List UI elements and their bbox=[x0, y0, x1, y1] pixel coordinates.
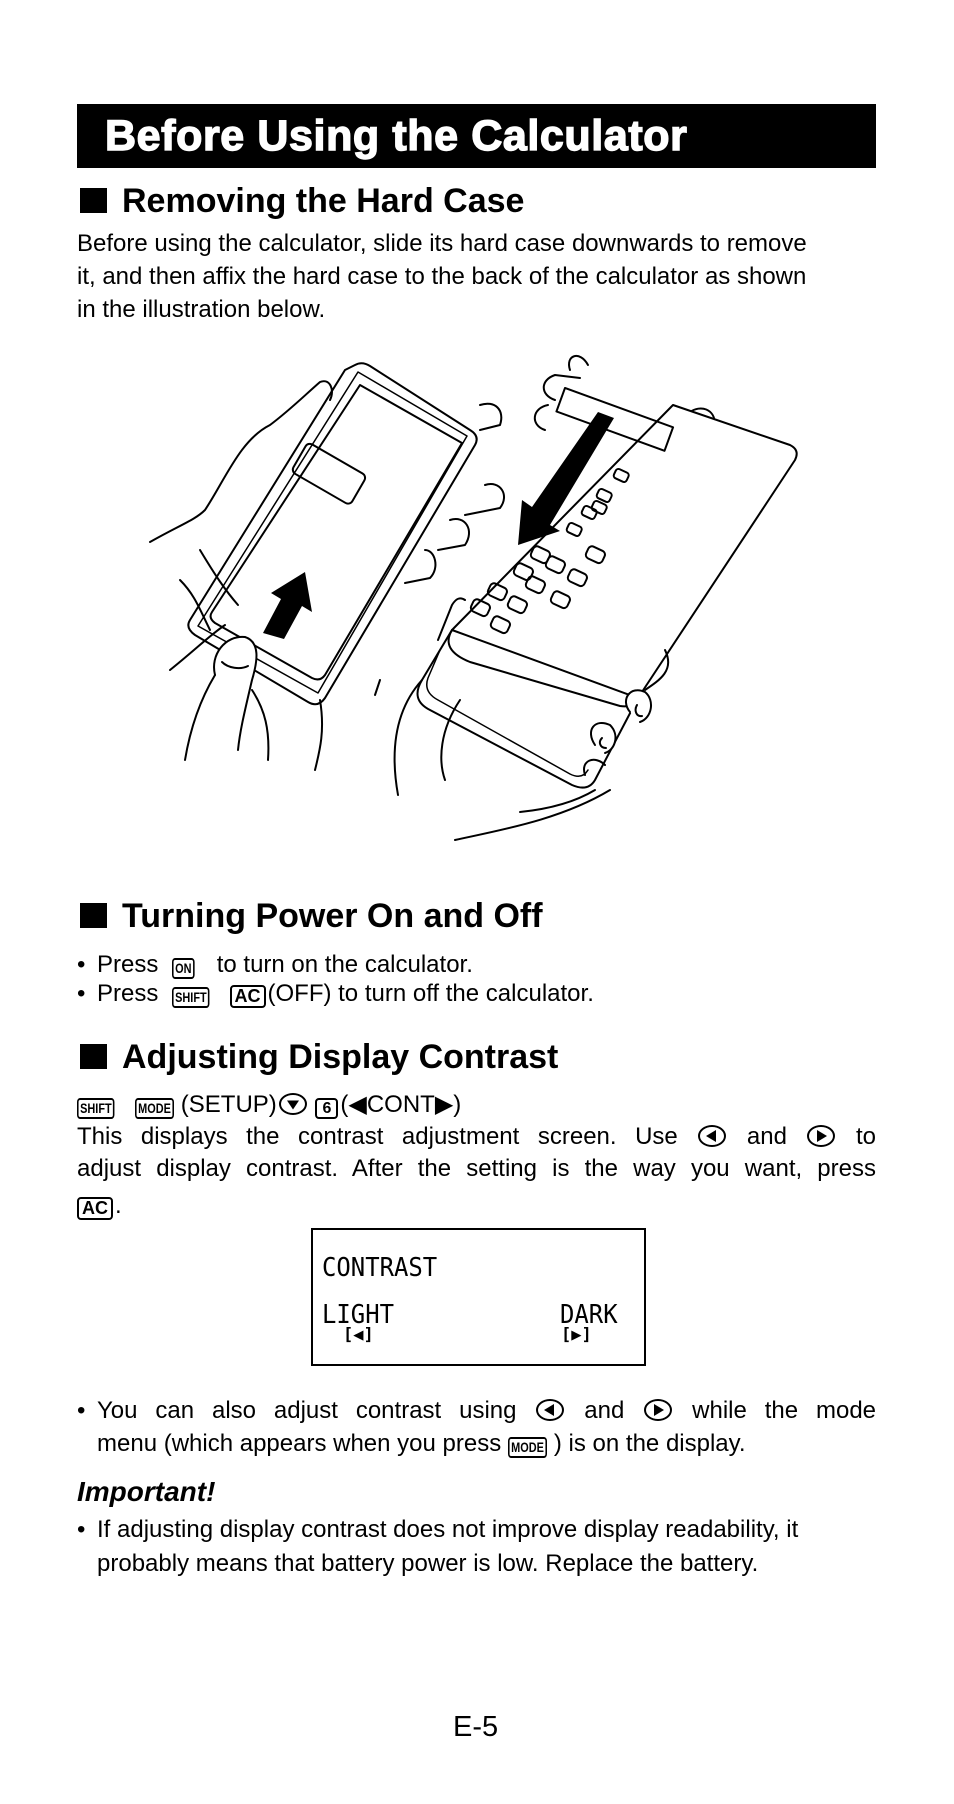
contrast-lcd-screen: CONTRAST LIGHT [◀] DARK [▶] bbox=[311, 1228, 646, 1366]
section-square-icon bbox=[80, 1044, 107, 1069]
list-item-continuation: menu (which appears when you press MODE)… bbox=[97, 1429, 746, 1459]
cursor-right-icon bbox=[644, 1399, 673, 1421]
cursor-left-icon bbox=[698, 1125, 727, 1147]
list-item: • If adjusting display contrast does not … bbox=[77, 1515, 798, 1545]
paragraph-line: AC. bbox=[77, 1191, 122, 1221]
text-span: If adjusting display contrast does not i… bbox=[97, 1516, 799, 1543]
text-span: and bbox=[584, 1397, 625, 1424]
calculator-body bbox=[451, 404, 798, 699]
slide-up-arrow bbox=[263, 572, 312, 639]
text-span: and bbox=[746, 1123, 787, 1150]
list-item: • Press ON to turn on the calculator. bbox=[77, 950, 473, 980]
bullet: • bbox=[77, 1516, 86, 1543]
cont-label: (◀CONT▶) bbox=[340, 1091, 462, 1118]
heading-power-on-off: Turning Power On and Off bbox=[80, 896, 543, 936]
text-span: while the mode bbox=[692, 1397, 877, 1424]
heading-text: Adjusting Display Contrast bbox=[122, 1038, 559, 1076]
page-title: Before Using the Calculator bbox=[104, 111, 688, 160]
text-span: . bbox=[115, 1192, 122, 1219]
ac-key-icon: AC bbox=[77, 1197, 113, 1220]
text-span: This displays the contrast adjustment sc… bbox=[77, 1123, 678, 1150]
lcd-contrast-label: CONTRAST bbox=[322, 1253, 438, 1283]
paragraph-line: This displays the contrast adjustment sc… bbox=[77, 1122, 876, 1152]
bullet: • bbox=[77, 951, 86, 978]
bullet: • bbox=[77, 1397, 86, 1424]
heading-display-contrast: Adjusting Display Contrast bbox=[80, 1037, 558, 1077]
text-span: menu (which appears when you press bbox=[97, 1430, 502, 1457]
hard-case-illustration bbox=[149, 355, 798, 841]
text-span: You can also adjust contrast using bbox=[97, 1397, 517, 1424]
shift-key-icon: SHIFT bbox=[77, 1098, 115, 1119]
bullet-prefix: Press bbox=[97, 951, 159, 978]
list-item: • Press SHIFT AC (OFF) to turn off the cal… bbox=[77, 979, 594, 1009]
mode-key-icon: MODE bbox=[507, 1437, 547, 1458]
left-calculator-figure bbox=[149, 362, 505, 771]
section-square-icon bbox=[80, 903, 107, 928]
heading-text: Turning Power On and Off bbox=[122, 897, 543, 935]
key-sequence: SHIFT MODE (SETUP) 6 (◀CONT▶) bbox=[77, 1090, 461, 1120]
bullet-suffix: (OFF) to turn off the calculator. bbox=[267, 980, 594, 1007]
lcd-left-control: [◀] bbox=[343, 1325, 374, 1345]
bullet-suffix: to turn on the calculator. bbox=[216, 951, 473, 978]
heading-text: Removing the Hard Case bbox=[122, 182, 525, 220]
cursor-down-icon bbox=[278, 1093, 307, 1115]
mode-key-icon: MODE bbox=[134, 1098, 174, 1119]
list-item: • You can also adjust contrast using and … bbox=[77, 1396, 876, 1426]
cursor-left-icon bbox=[536, 1399, 565, 1421]
on-key-icon: ON bbox=[171, 958, 195, 979]
text-span: to bbox=[856, 1123, 877, 1150]
ac-key-icon: AC bbox=[229, 985, 266, 1008]
page-number: E-5 bbox=[453, 1711, 499, 1743]
paragraph-line: in the illustration below. bbox=[77, 296, 326, 323]
cursor-right-icon bbox=[807, 1125, 836, 1147]
lcd-right-control: [▶] bbox=[561, 1325, 592, 1345]
text-span: ) is on the display. bbox=[553, 1430, 746, 1457]
setup-label: (SETUP) bbox=[180, 1091, 277, 1118]
shift-key-icon: SHIFT bbox=[171, 987, 210, 1008]
important-heading: Important! bbox=[77, 1476, 216, 1507]
heading-removing-hard-case: Removing the Hard Case bbox=[80, 181, 524, 221]
paragraph-line: Before using the calculator, slide its h… bbox=[77, 230, 807, 257]
list-item-continuation: probably means that battery power is low… bbox=[97, 1550, 759, 1577]
bullet-prefix: Press bbox=[97, 980, 159, 1007]
paragraph-line: it, and then affix the hard case to the … bbox=[77, 263, 807, 290]
paragraph-line: adjust display contrast. After the setti… bbox=[77, 1155, 876, 1182]
page-title-bar: Before Using the Calculator bbox=[77, 104, 876, 168]
bullet: • bbox=[77, 980, 86, 1007]
section-square-icon bbox=[80, 188, 107, 213]
six-key-icon: 6 bbox=[315, 1098, 339, 1119]
